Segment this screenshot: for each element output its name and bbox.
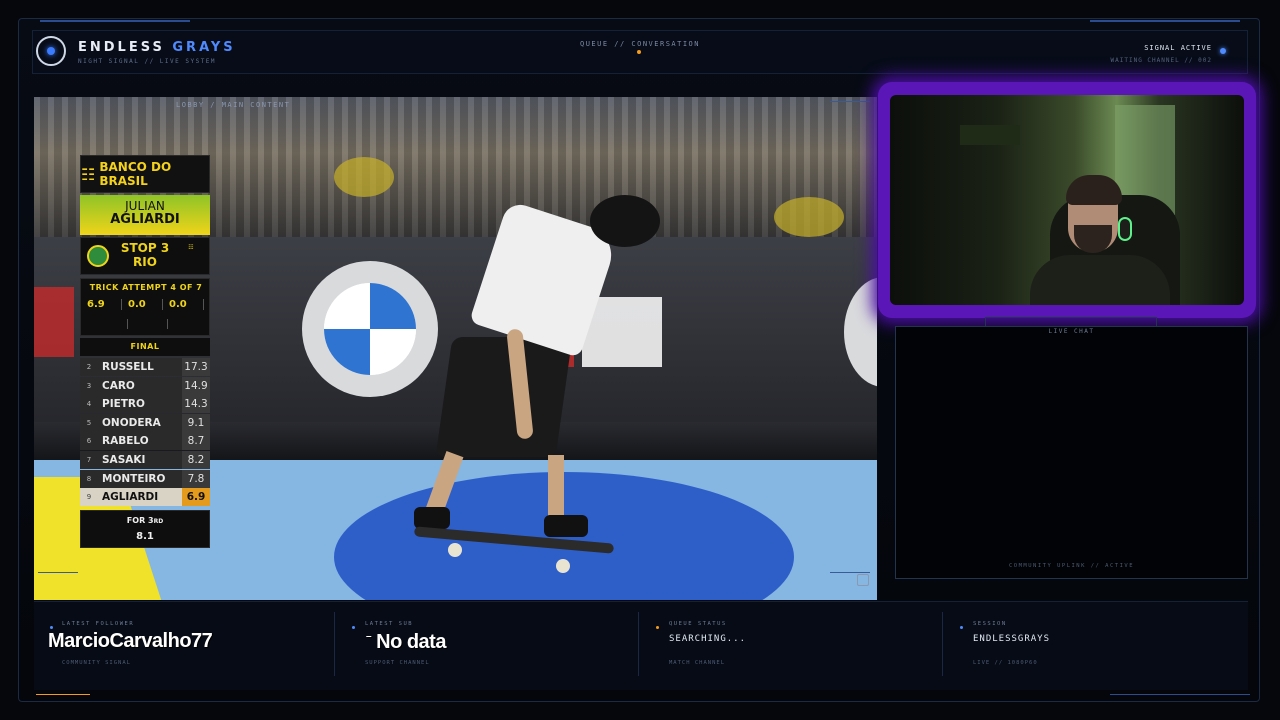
skater-shorts [435,337,573,457]
session-sub: LIVE // 1080P60 [973,660,1038,666]
skater-last-name: AGLIARDI [110,212,180,227]
score-needed-value: 8.1 [136,531,154,542]
latest-follower-value: MarcioCarvalho77 [48,630,213,652]
latest-sub-value: – No data [366,631,446,653]
waiting-channel: WAITING CHANNEL // 002 [1110,57,1212,64]
frame-accent-top-right [1090,20,1240,22]
live-chat-title: LIVE CHAT [1048,328,1095,335]
webcam-feed [890,95,1244,305]
frame-accent-top-left [40,20,190,22]
standing-row: 3 CARO 14.9 [80,376,210,395]
chat-footer: COMMUNITY UPLINK // ACTIVE [1008,563,1135,569]
queue-status-label: QUEUE STATUS [669,621,727,627]
signal-status: SIGNAL ACTIVE [1144,44,1212,52]
status-dot-icon [50,626,53,629]
skater-first-name: JULIAN [125,199,165,213]
latest-sub-label: LATEST SUB [365,621,414,627]
sponsor-banner: ☷ BANCO DO BRASIL [80,155,210,193]
standing-row-current: 9 AGLIARDI 6.9 [80,488,210,507]
nav-status-dot-icon [637,50,641,54]
queue-conversation-nav[interactable]: QUEUE // CONVERSATION [560,40,720,48]
final-label: FINAL [80,338,210,356]
latest-follower-label: LATEST FOLLOWER [62,621,135,627]
trick-attempt-label: TRICK ATTEMPT 4 OF 7 [89,283,203,292]
trick-score: 6.9 [87,299,122,310]
trick-score: 0.0 [169,299,204,310]
session-value: ENDLESSGRAYS [973,634,1051,644]
main-content-label: LOBBY / MAIN CONTENT [176,101,291,109]
standing-row: 8 MONTEIRO 7.8 [80,469,210,488]
event-badge-icon [87,245,109,267]
trick-attempt-panel: TRICK ATTEMPT 4 OF 7 6.9 0.0 0.0 [80,278,210,336]
skater-name-plate: JULIAN AGLIARDI [80,195,210,235]
trick-score: 0.0 [128,299,163,310]
frame-accent-bottom-right [1110,694,1250,695]
session-label: SESSION [973,621,1007,627]
standing-row: 7 SASAKI 8.2 [80,450,210,469]
brand-name: ENDLESS GRAYS [78,40,236,55]
queue-status-value: SEARCHING... [669,634,747,644]
media-control-icon[interactable] [857,574,869,586]
signal-dot-icon [1220,48,1226,54]
latest-follower-sub: COMMUNITY SIGNAL [62,660,131,666]
score-needed-panel: FOR 3RD 8.1 [80,510,210,548]
standing-row: 4 PIETRO 14.3 [80,395,210,414]
queue-status-sub: MATCH CHANNEL [669,660,726,666]
frame-accent-bottom-left [36,694,90,695]
status-dot-icon [656,626,659,629]
event-title: STOP 3 RIO [120,241,170,269]
standings-list: 2 RUSSELL 17.3 3 CARO 14.9 4 PIETRO 14.3 5 ONOD… [80,358,210,507]
sponsor-small-logo-icon: ☷ [188,244,194,251]
standing-row: 2 RUSSELL 17.3 [80,358,210,376]
sponsor-logo-icon: ☷ [81,164,96,184]
latest-sub-sub: SUPPORT CHANNEL [365,660,430,666]
standing-row: 5 ONODERA 9.1 [80,413,210,432]
event-plate: STOP 3 RIO ☷ [80,237,210,275]
skater-head [590,195,660,247]
status-dot-icon [352,626,355,629]
logo-ring-icon [36,36,66,66]
headset-icon [1118,217,1132,241]
bmw-logo [302,261,438,397]
live-chat-panel[interactable] [895,326,1248,579]
status-dot-icon [960,626,963,629]
standing-row: 6 RABELO 8.7 [80,432,210,451]
brand-subtitle: NIGHT SIGNAL // LIVE SYSTEM [78,58,217,65]
bottom-info-bar [34,601,1248,690]
